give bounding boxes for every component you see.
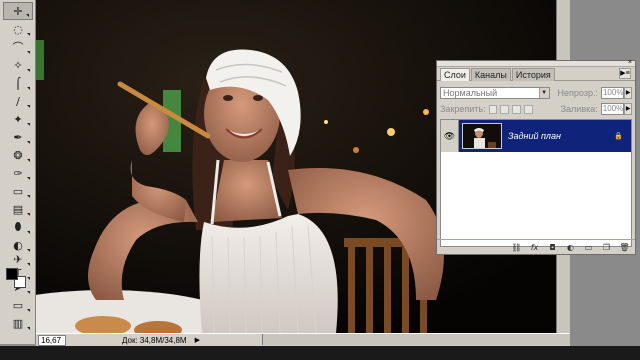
panel-menu-icon[interactable]: ▶≡ [619, 68, 631, 79]
move-tool[interactable]: ✛ [3, 2, 33, 20]
opacity-field[interactable]: 100% [600, 86, 625, 99]
opacity-arrow-icon[interactable]: ▶ [624, 86, 632, 99]
tool-flyout-icon [27, 231, 30, 234]
magic-wand-tool[interactable]: ✧ [3, 56, 33, 74]
tool-flyout-icon [27, 105, 30, 108]
foreground-color-swatch[interactable] [6, 268, 18, 280]
eye-icon[interactable]: 👁 [441, 120, 459, 152]
lock-all-icon[interactable] [523, 104, 533, 114]
tool-flyout-icon [27, 213, 30, 216]
lock-position-icon[interactable] [512, 104, 521, 114]
tool-flyout-icon [26, 14, 29, 17]
fill-label: Заливка: [560, 104, 598, 114]
zoom-field[interactable]: 16,67 % [38, 334, 66, 354]
tool-flyout-icon [27, 87, 30, 90]
tool-flyout-icon [27, 51, 30, 54]
chevron-down-icon: ▼ [538, 87, 549, 98]
healing-brush-tool[interactable]: ✦ [3, 110, 33, 128]
tool-flyout-icon [27, 291, 30, 294]
fill-field[interactable]: 100% [600, 103, 625, 115]
link-icon[interactable]: ⛓ [510, 243, 523, 252]
blend-mode-select[interactable]: Нормальный ▼ [440, 86, 550, 99]
lock-transparency-icon[interactable] [488, 104, 498, 114]
layer-lock-icon: 🔒 [614, 133, 623, 140]
tool-flyout-icon [27, 123, 30, 126]
horizontal-scrollbar[interactable] [262, 334, 570, 345]
tool-flyout-icon [27, 309, 30, 312]
brush-tool[interactable]: ✒ [3, 128, 33, 146]
layer-list: 👁 Задний план 🔒 [440, 119, 632, 247]
tool-flyout-icon [27, 195, 30, 198]
layers-footer: ⛓ fx ◘ ◐ ▭ ❐ 🗑 [437, 239, 635, 254]
layer-thumbnail[interactable] [462, 123, 502, 149]
lock-label: Закрепить: [440, 104, 486, 114]
trash-icon[interactable]: 🗑 [618, 243, 631, 252]
tool-flyout-icon [27, 159, 30, 162]
panel-tabs: Слои Каналы История ▶≡ [437, 68, 635, 81]
tool-flyout-icon [27, 141, 30, 144]
document-size-info[interactable]: Док: 34,8M/34,8M [122, 336, 187, 345]
tab-history[interactable]: История [511, 68, 555, 81]
history-brush-tool[interactable]: ✑ [3, 164, 33, 182]
new-layer-icon[interactable]: ❐ [600, 243, 613, 252]
tool-flyout-icon [27, 177, 30, 180]
lasso-tool[interactable]: ⌒ [3, 38, 33, 56]
crop-tool[interactable]: ⌠ [3, 74, 33, 92]
lock-pixels-icon[interactable] [500, 104, 510, 114]
group-icon[interactable]: ▭ [582, 243, 595, 252]
tab-layers[interactable]: Слои [440, 68, 470, 81]
marquee-tool[interactable]: ◌ [3, 20, 33, 38]
fill-arrow-icon[interactable]: ▶ [624, 103, 633, 115]
close-icon[interactable]: × [628, 59, 632, 67]
taskbar-strip [0, 346, 640, 360]
photoshop-window: ✛◌⌒✧⌠∕✦✒❂✑▭▤⬮◐✈T➤▭▥ [0, 0, 640, 360]
layer-name[interactable]: Задний план [508, 131, 561, 141]
tab-channels[interactable]: Каналы [470, 68, 511, 81]
clone-stamp-tool[interactable]: ❂ [3, 146, 33, 164]
tools-palette: ✛◌⌒✧⌠∕✦✒❂✑▭▤⬮◐✈T➤▭▥ [0, 0, 36, 344]
gradient-tool[interactable]: ▤ [3, 200, 33, 218]
layer-row-background[interactable]: 👁 Задний план 🔒 [441, 120, 631, 152]
adjustment-icon[interactable]: ◐ [564, 243, 577, 252]
notes-tool[interactable]: ▥ [3, 314, 33, 332]
status-menu-arrow-icon[interactable]: ▶ [195, 336, 200, 344]
tool-flyout-icon [27, 327, 30, 330]
fx-icon[interactable]: fx [528, 243, 541, 252]
lock-row: Закрепить: Заливка: 100% ▶ [437, 101, 635, 117]
eraser-tool[interactable]: ▭ [3, 182, 33, 200]
opacity-label: Непрозр.: [557, 87, 598, 98]
slice-tool[interactable]: ∕ [3, 92, 33, 110]
blur-tool[interactable]: ⬮ [3, 218, 33, 236]
blend-row: Нормальный ▼ Непрозр.: 100% ▶ [437, 84, 635, 101]
shape-tool[interactable]: ▭ [3, 296, 33, 314]
layers-panel: × Слои Каналы История ▶≡ Нормальный ▼ Не… [436, 59, 636, 255]
mask-icon[interactable]: ◘ [546, 243, 559, 252]
tool-flyout-icon [27, 69, 30, 72]
panel-titlebar[interactable]: × [437, 59, 635, 67]
blend-mode-value: Нормальный [443, 87, 498, 98]
tool-flyout-icon [27, 33, 30, 36]
